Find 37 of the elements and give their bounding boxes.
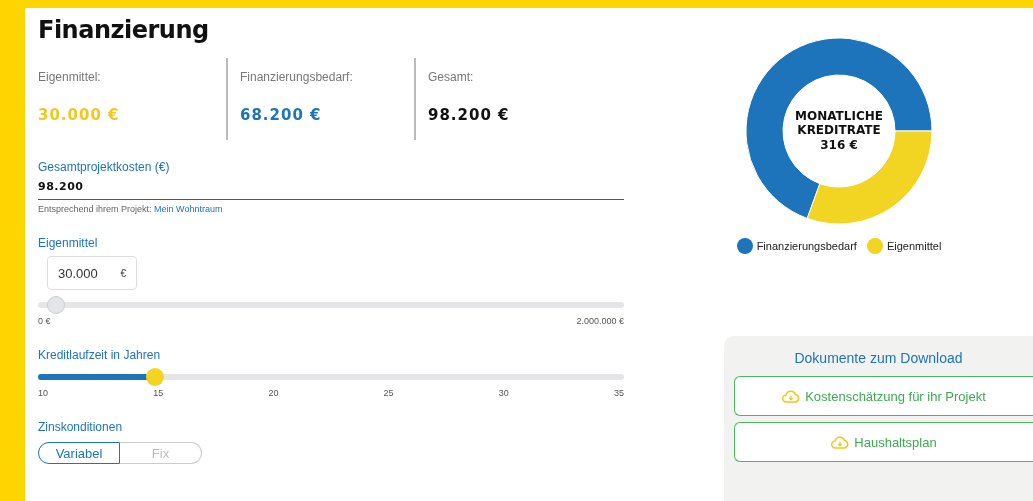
interest-option[interactable]: Variabel — [38, 442, 120, 464]
scale-label: 2.000.000 € — [576, 316, 624, 326]
scale-label: 10 — [38, 388, 48, 398]
summary-label: Gesamt: — [428, 70, 475, 84]
slider-thumb[interactable] — [46, 296, 65, 314]
project-costs-field[interactable]: 98.200 — [38, 180, 624, 200]
field-label: Zinskonditionen — [38, 420, 124, 434]
summary-value: 98.200 € — [428, 106, 511, 124]
download-button[interactable]: Haushaltsplan — [734, 422, 1033, 462]
cloud-download-icon — [831, 435, 850, 449]
slider-thumb[interactable] — [146, 368, 165, 386]
summary-label: Finanzierungsbedarf: — [240, 70, 354, 84]
chart-center-title: MONATLICHE KREDITRATE — [794, 110, 884, 138]
field-label: Kreditlaufzeit in Jahren — [38, 348, 162, 362]
hint-text: Entsprechend ihrem Projekt: Mein Wohntraum — [38, 204, 223, 214]
scale-label: 30 — [498, 388, 509, 398]
scale-label: 0 € — [38, 316, 51, 326]
download-button[interactable]: Kostenschätzung für ihr Projekt — [734, 376, 1033, 416]
summary-label: Eigenmittel: — [38, 70, 102, 84]
legend-label: Finanzierungsbedarf — [756, 240, 857, 252]
field-label: Eigenmittel — [38, 236, 99, 250]
legend-label: Eigenmittel — [886, 240, 942, 252]
field-label: Gesamtprojektkosten (€) — [38, 160, 171, 174]
panel-title: Dokumente zum Download — [794, 350, 963, 366]
scale-label: 35 — [613, 388, 624, 398]
cloud-download-icon — [782, 389, 801, 403]
scale-label: 15 — [153, 388, 164, 398]
project-link[interactable]: Mein Wohntraum — [154, 204, 223, 214]
legend-dot — [866, 238, 883, 254]
chart-center-value: 316 € — [820, 137, 858, 152]
equity-input[interactable]: 30.000 € — [47, 256, 137, 290]
scale-label: 20 — [268, 388, 279, 398]
summary-value: 68.200 € — [240, 106, 323, 124]
legend-dot — [736, 238, 753, 254]
summary-value: 30.000 € — [38, 106, 121, 124]
scale-label: 25 — [383, 388, 394, 398]
page-title: Finanzierung — [38, 16, 210, 44]
